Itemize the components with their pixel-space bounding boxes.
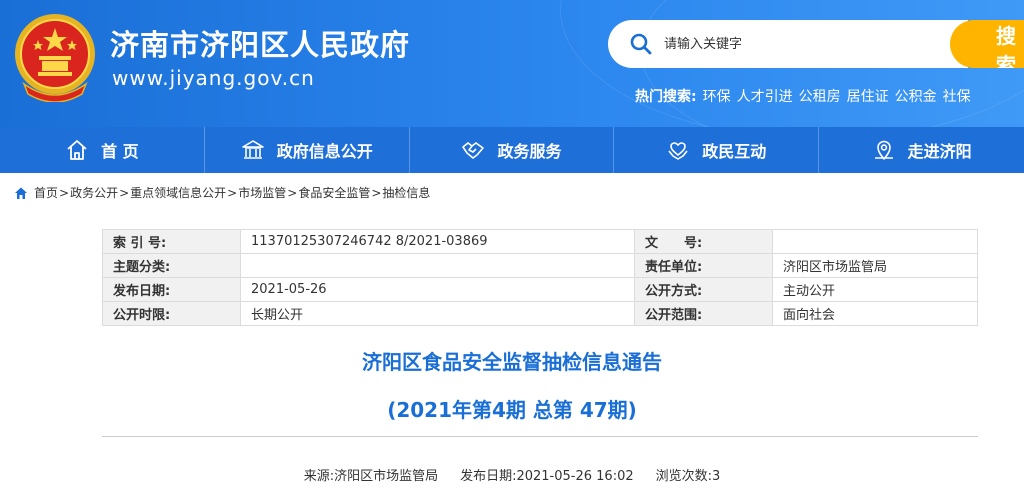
hot-search-label: 热门搜索: [635,89,697,105]
meta-label: 公开方式: [634,277,773,302]
table-row: 主题分类: 责任单位: 济阳区市场监管局 [102,253,978,278]
breadcrumb-link[interactable]: 重点领域信息公开 [130,184,226,201]
search-icon [630,33,652,55]
table-row: 索 引 号: 11370125307246742 8/2021-03869 文 … [102,229,978,254]
breadcrumb-link[interactable]: 首页 [34,184,58,201]
nav-item-label: 政民互动 [702,142,767,161]
breadcrumb-separator: > [119,185,130,200]
meta-label: 文 号: [634,229,773,254]
breadcrumb-separator: > [287,185,298,200]
article-subtitle: (2021年第4期 总第 47期) [387,398,637,422]
meta-value [772,229,978,254]
hot-search-link[interactable]: 公租房 [799,89,841,105]
nav-item-label: 首 页 [101,142,139,161]
meta-value: 主动公开 [772,277,978,302]
location-pin-icon [874,140,893,160]
meta-label: 主题分类: [102,253,241,278]
breadcrumb-separator: > [59,185,70,200]
search-box: 搜索 [608,20,1024,68]
site-header: 济南市济阳区人民政府 www.jiyang.gov.cn 搜索 热门搜索: 环保人… [0,0,1024,127]
breadcrumb-separator: > [227,185,238,200]
meta-label: 索 引 号: [102,229,241,254]
nav-item-gov-info[interactable]: 政府信息公开 [205,127,410,173]
meta-value: 济阳区市场监管局 [772,253,978,278]
hot-search: 热门搜索: 环保 人才引进 公租房 居住证 公积金 社保 [635,86,971,106]
table-row: 发布日期: 2021-05-26 公开方式: 主动公开 [102,277,978,302]
nav-item-home[interactable]: 首 页 [0,127,205,173]
article-title: 济阳区食品安全监督抽检信息通告 [362,350,662,374]
breadcrumb-link[interactable]: 抽检信息 [382,184,430,201]
site-url: www.jiyang.gov.cn [112,66,315,90]
nav-item-about-jiyang[interactable]: 走进济阳 [819,127,1024,173]
meta-label: 责任单位: [634,253,773,278]
article-views: 浏览次数:3 [655,469,721,484]
handshake-icon [462,142,485,159]
breadcrumb-separator: > [371,185,382,200]
article-publish-date: 发布日期:2021-05-26 16:02 [460,469,634,484]
national-emblem-icon [15,14,95,102]
document-meta-table: 索 引 号: 11370125307246742 8/2021-03869 文 … [102,229,978,326]
hot-search-link[interactable]: 环保 [703,89,731,105]
search-input[interactable] [608,20,968,68]
nav-item-gov-services[interactable]: 政务服务 [410,127,615,173]
divider [102,436,978,437]
breadcrumb: 首页 > 政务公开 > 重点领域信息公开 > 市场监管 > 食品安全监管 > 抽检信息 [14,184,430,201]
hot-search-link[interactable]: 居住证 [847,89,889,105]
hot-search-link[interactable]: 公积金 [895,89,937,105]
nav-item-label: 走进济阳 [907,142,972,161]
meta-label: 发布日期: [102,277,241,302]
meta-value: 2021-05-26 [240,277,635,302]
nav-item-interaction[interactable]: 政民互动 [614,127,820,173]
meta-label: 公开时限: [102,301,241,326]
hot-search-link[interactable]: 社保 [943,89,971,105]
article-source: 来源:济阳区市场监管局 [303,469,439,484]
home-icon [67,140,87,160]
search-button[interactable]: 搜索 [950,20,1024,68]
breadcrumb-link[interactable]: 政务公开 [70,184,118,201]
hot-search-link[interactable]: 人才引进 [737,89,793,105]
article-info: 来源:济阳区市场监管局 发布日期:2021-05-26 16:02 浏览次数:3 [0,465,1024,484]
meta-value: 11370125307246742 8/2021-03869 [240,229,635,254]
heart-hands-icon [668,142,688,160]
meta-value: 面向社会 [772,301,978,326]
breadcrumb-link[interactable]: 食品安全监管 [298,184,370,201]
nav-item-label: 政府信息公开 [276,142,373,161]
home-icon [15,187,27,199]
meta-label: 公开范围: [634,301,773,326]
nav-item-label: 政务服务 [497,142,562,161]
government-building-icon [241,140,264,159]
site-title: 济南市济阳区人民政府 [110,28,411,62]
breadcrumb-link[interactable]: 市场监管 [238,184,286,201]
main-nav: 首 页 政府信息公开 政务服务 政民互动 走进济阳 [0,127,1024,173]
meta-value: 长期公开 [240,301,635,326]
meta-value [240,253,635,278]
table-row: 公开时限: 长期公开 公开范围: 面向社会 [102,301,978,326]
